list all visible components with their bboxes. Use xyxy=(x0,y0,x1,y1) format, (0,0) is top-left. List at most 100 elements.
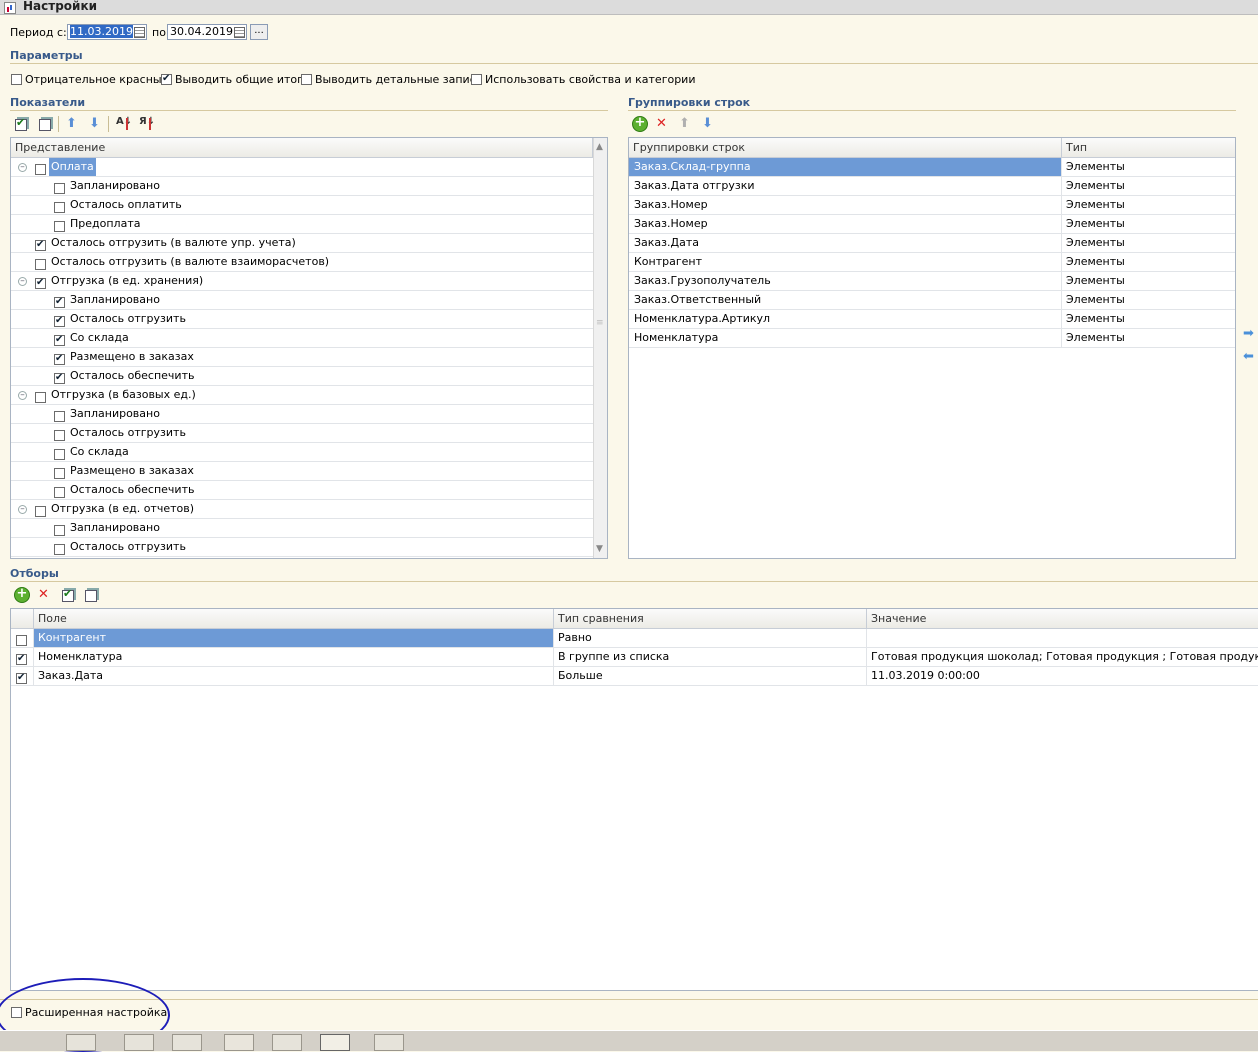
move-down-icon[interactable] xyxy=(87,116,103,132)
tree-row[interactable]: Предоплата xyxy=(11,215,593,234)
filter-value[interactable]: Готовая продукция шоколад; Готовая проду… xyxy=(867,648,1258,666)
table-row[interactable]: НоменклатураВ группе из спискаГотовая пр… xyxy=(11,648,1258,667)
sort-ascending-icon[interactable] xyxy=(116,116,132,132)
filter-value[interactable]: 11.03.2019 0:00:00 xyxy=(867,667,1258,685)
filters-table[interactable]: Поле Тип сравнения Значение Контрагент Ра… xyxy=(10,608,1258,991)
table-row[interactable]: Заказ.Дата отгрузки Элементы xyxy=(629,177,1235,196)
row-checkbox[interactable] xyxy=(54,201,65,213)
tree-row[interactable]: Запланировано xyxy=(11,405,593,424)
column-header[interactable]: Представление xyxy=(11,138,593,158)
filter-comparison[interactable]: В группе из списка xyxy=(554,648,867,666)
table-row[interactable]: Заказ.ДатаБольше11.03.2019 0:00:00 xyxy=(11,667,1258,686)
row-checkbox[interactable] xyxy=(35,276,46,289)
table-row[interactable]: Заказ.Склад-группа Элементы xyxy=(629,158,1235,177)
move-up-icon[interactable] xyxy=(64,116,80,132)
calendar-icon[interactable] xyxy=(232,25,246,39)
move-right-icon[interactable]: ➡ xyxy=(1243,326,1254,341)
table-row[interactable]: Заказ.Ответственный Элементы xyxy=(629,291,1235,310)
tree-row[interactable]: Запланировано xyxy=(11,177,593,196)
filter-checkbox[interactable] xyxy=(16,634,27,646)
indicators-tree[interactable]: Представление – Оплата Запланировано Остало… xyxy=(10,137,608,559)
row-checkbox[interactable] xyxy=(35,238,46,251)
table-row[interactable]: Номенклатура.Артикул Элементы xyxy=(629,310,1235,329)
table-row[interactable]: Заказ.Грузополучатель Элементы xyxy=(629,272,1235,291)
taskbar-excel-icon[interactable] xyxy=(272,1034,302,1051)
row-checkbox[interactable] xyxy=(54,467,65,479)
row-checkbox[interactable] xyxy=(54,448,65,460)
option-checkbox[interactable] xyxy=(471,74,482,85)
tree-row[interactable]: – Оплата xyxy=(11,158,593,177)
add-icon[interactable] xyxy=(632,115,648,132)
check-all-icon[interactable] xyxy=(60,587,76,603)
table-row[interactable]: Заказ.Дата Элементы xyxy=(629,234,1235,253)
option-negative-red[interactable]: Отрицательное красным xyxy=(11,73,170,86)
add-icon[interactable] xyxy=(14,586,30,603)
tree-row[interactable]: Осталось отгрузить xyxy=(11,310,593,329)
collapse-icon[interactable]: – xyxy=(18,391,27,400)
row-checkbox[interactable] xyxy=(54,429,65,441)
uncheck-all-icon[interactable] xyxy=(83,587,99,603)
collapse-icon[interactable]: – xyxy=(18,163,27,172)
tree-row[interactable]: Запланировано xyxy=(11,291,593,310)
move-up-icon[interactable] xyxy=(677,116,693,132)
tree-row[interactable]: Осталось обеспечить xyxy=(11,481,593,500)
table-row[interactable]: Номенклатура Элементы xyxy=(629,329,1235,348)
column-header[interactable]: Тип xyxy=(1062,138,1235,158)
option-checkbox[interactable] xyxy=(161,72,172,85)
row-checkbox[interactable] xyxy=(54,410,65,422)
row-checkbox[interactable] xyxy=(54,333,65,346)
taskbar-1c-icon[interactable] xyxy=(320,1034,350,1051)
move-left-icon[interactable]: ⬅ xyxy=(1243,349,1254,364)
period-select-button[interactable]: ... xyxy=(250,24,268,40)
row-checkbox[interactable] xyxy=(54,295,65,308)
move-down-icon[interactable] xyxy=(700,116,716,132)
tree-row[interactable]: – Отгрузка (в ед. хранения) xyxy=(11,272,593,291)
option-total[interactable]: Выводить общие итоги xyxy=(161,72,310,86)
table-row[interactable]: Контрагент Равно xyxy=(11,629,1258,648)
tree-row[interactable]: Осталось отгрузить xyxy=(11,424,593,443)
tree-row[interactable]: Запланировано xyxy=(11,519,593,538)
table-row[interactable]: Заказ.Номер Элементы xyxy=(629,196,1235,215)
tree-row[interactable]: Со склада xyxy=(11,443,593,462)
table-row[interactable]: Заказ.Номер Элементы xyxy=(629,215,1235,234)
check-all-icon[interactable] xyxy=(13,116,29,132)
sort-descending-icon[interactable] xyxy=(139,116,155,132)
tree-row[interactable]: Размещено в заказах xyxy=(11,462,593,481)
tree-row[interactable]: – Отгрузка (в базовых ед.) xyxy=(11,386,593,405)
row-checkbox[interactable] xyxy=(54,182,65,194)
tree-row[interactable]: Осталось отгрузить xyxy=(11,538,593,557)
option-detail[interactable]: Выводить детальные записи xyxy=(301,73,483,86)
row-checkbox[interactable] xyxy=(35,391,46,403)
filter-value[interactable] xyxy=(867,629,1258,647)
row-checkbox[interactable] xyxy=(54,543,65,555)
indicators-scrollbar[interactable]: ▲ ≡ ▼ xyxy=(593,138,607,558)
tree-row[interactable]: Со склада xyxy=(11,329,593,348)
groupings-table[interactable]: Группировки строк Тип Заказ.Склад-группа… xyxy=(628,137,1236,559)
row-checkbox[interactable] xyxy=(35,163,46,175)
tree-row[interactable]: Осталось отгрузить (в валюте взаиморасче… xyxy=(11,253,593,272)
filter-comparison[interactable]: Больше xyxy=(554,667,867,685)
row-checkbox[interactable] xyxy=(54,220,65,232)
taskbar-app-icon[interactable] xyxy=(124,1034,154,1051)
column-header[interactable]: Тип сравнения xyxy=(554,609,867,629)
row-checkbox[interactable] xyxy=(35,505,46,517)
row-checkbox[interactable] xyxy=(54,314,65,327)
scroll-down-icon[interactable]: ▼ xyxy=(596,544,603,554)
taskbar-folder-icon[interactable] xyxy=(172,1034,202,1051)
filter-checkbox[interactable] xyxy=(16,671,27,684)
tree-row[interactable]: Осталось оплатить xyxy=(11,196,593,215)
calendar-icon[interactable] xyxy=(132,25,146,39)
table-row[interactable]: Контрагент Элементы xyxy=(629,253,1235,272)
option-properties[interactable]: Использовать свойства и категории xyxy=(471,73,695,86)
tree-row[interactable]: Размещено в заказах xyxy=(11,348,593,367)
option-checkbox[interactable] xyxy=(301,74,312,85)
delete-icon[interactable] xyxy=(36,587,52,603)
row-checkbox[interactable] xyxy=(54,371,65,384)
delete-icon[interactable] xyxy=(654,116,670,132)
taskbar-chrome-icon[interactable] xyxy=(224,1034,254,1051)
tree-row[interactable]: Осталось обеспечить xyxy=(11,367,593,386)
option-checkbox[interactable] xyxy=(11,74,22,85)
filter-comparison[interactable]: Равно xyxy=(554,629,867,647)
column-header[interactable]: Группировки строк xyxy=(629,138,1062,158)
uncheck-all-icon[interactable] xyxy=(37,116,53,132)
